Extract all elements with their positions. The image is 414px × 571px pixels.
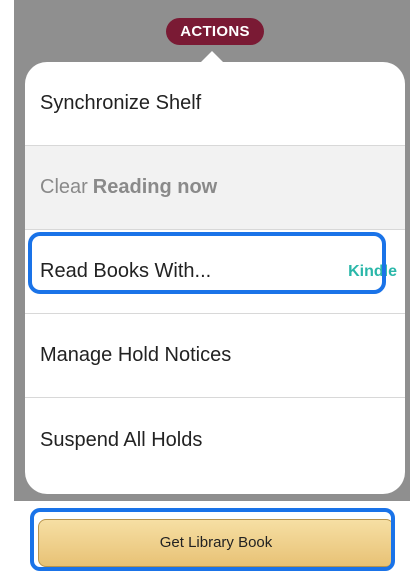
menu-item-label: Manage Hold Notices xyxy=(40,344,232,366)
highlight-read-books-with xyxy=(28,232,386,294)
menu-item-label: Suspend All Holds xyxy=(40,428,203,451)
menu-item-synchronize-shelf[interactable]: Synchronize Shelf xyxy=(25,62,405,146)
menu-item-manage-hold-notices[interactable]: Manage Hold Notices xyxy=(25,314,405,398)
menu-item-label: Clear xyxy=(40,176,88,198)
menu-item-clear-reading-now: Clear Reading now xyxy=(25,146,405,230)
menu-item-suspend-all-holds[interactable]: Suspend All Holds xyxy=(25,398,405,482)
actions-badge: ACTIONS xyxy=(166,18,264,45)
menu-item-label-bold: Reading now xyxy=(92,176,218,198)
highlight-get-library-book xyxy=(30,508,395,571)
menu-item-label: Synchronize Shelf xyxy=(40,92,202,114)
